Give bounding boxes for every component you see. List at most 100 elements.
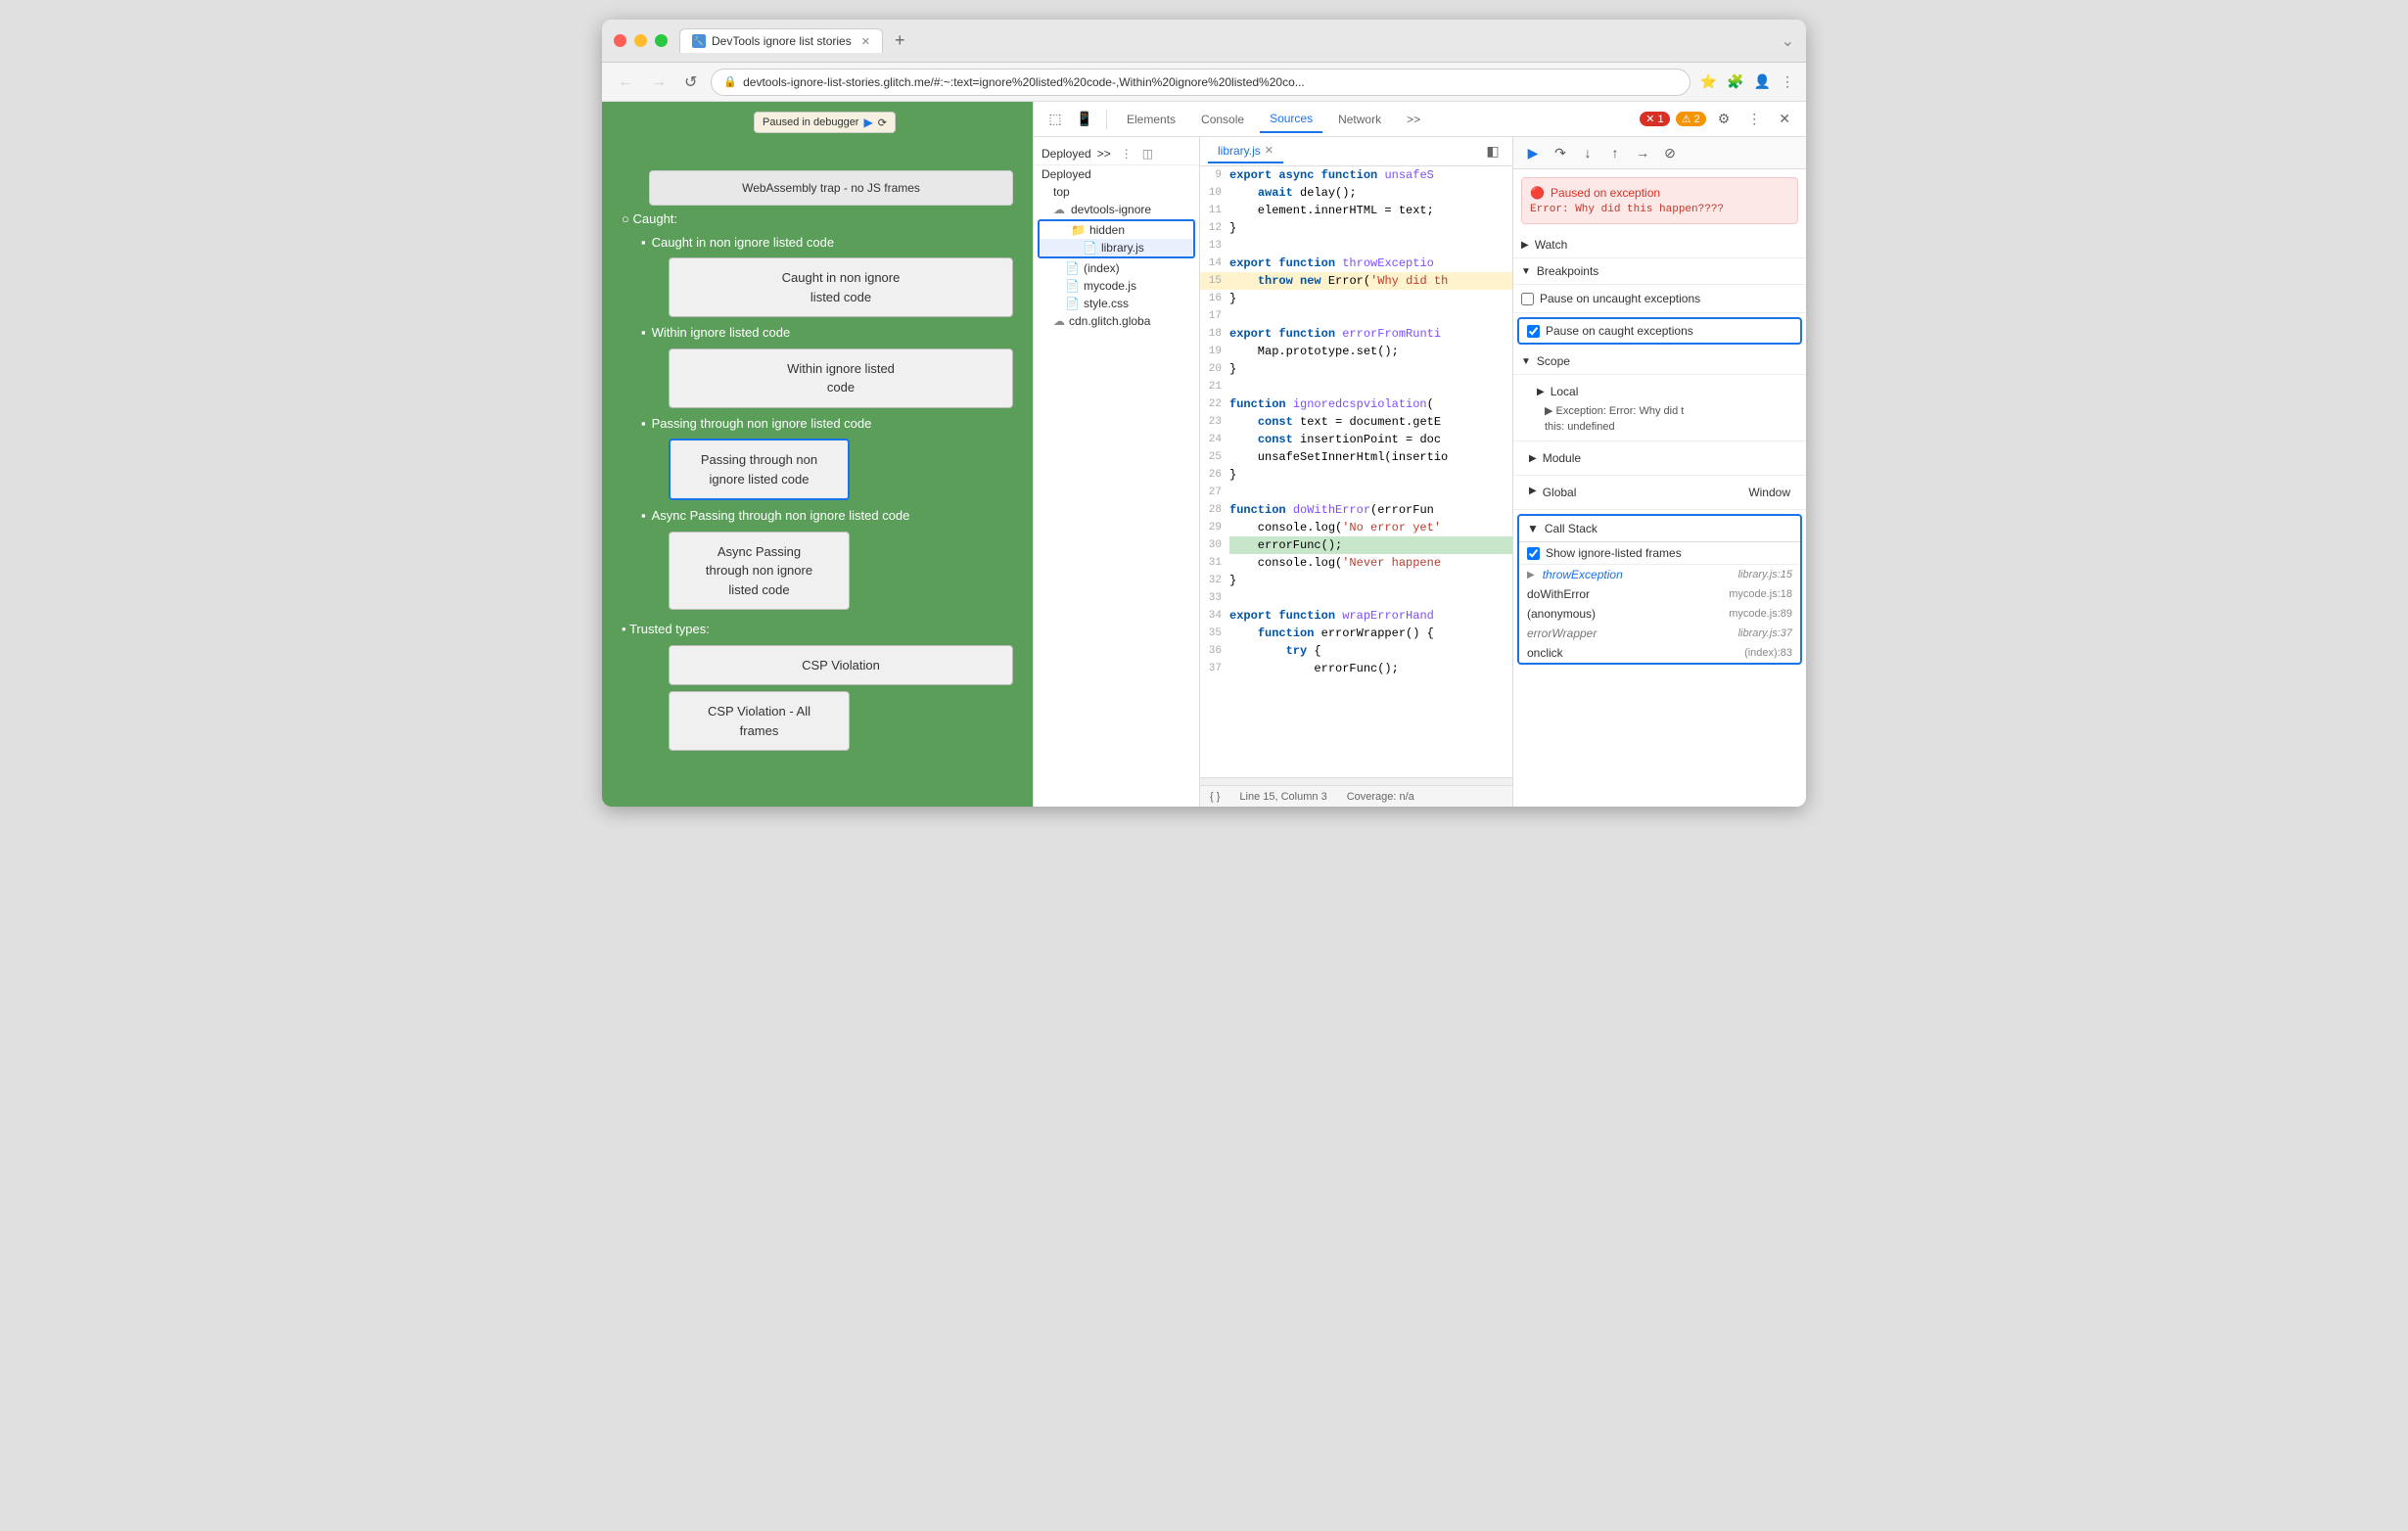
- file-library-item[interactable]: 📄 library.js: [1040, 239, 1193, 256]
- async-passing-button[interactable]: Async Passingthrough non ignorelisted co…: [669, 532, 850, 611]
- index-label: (index): [1084, 261, 1120, 275]
- caught-non-ignore-label: Caught in non ignore listed code: [652, 233, 834, 253]
- resume-debug-button[interactable]: ▶: [1521, 141, 1545, 164]
- deactivate-breakpoints-icon[interactable]: ⊘: [1658, 141, 1682, 164]
- source-tab-library[interactable]: library.js ✕: [1208, 140, 1283, 163]
- pause-uncaught-checkbox[interactable]: [1521, 293, 1534, 305]
- file-devtools-ignore-item[interactable]: ☁ devtools-ignore: [1034, 201, 1199, 218]
- file-tree-collapse-icon[interactable]: ◫: [1142, 147, 1153, 161]
- caught-label: Caught:: [632, 211, 677, 226]
- step-button[interactable]: →: [1631, 141, 1654, 164]
- exception-header: 🔴 Paused on exception: [1530, 186, 1789, 200]
- file-tree-expand-icon[interactable]: >>: [1097, 147, 1111, 161]
- forward-button[interactable]: →: [647, 71, 671, 93]
- page-label: Deployed: [1042, 147, 1091, 161]
- tab-elements[interactable]: Elements: [1117, 107, 1185, 132]
- tab-console[interactable]: Console: [1191, 107, 1254, 132]
- global-label: Global: [1543, 486, 1577, 499]
- format-icon-status[interactable]: { }: [1210, 791, 1220, 803]
- global-section-header[interactable]: ▶ Global Window: [1521, 480, 1798, 505]
- minimize-traffic-light[interactable]: [634, 34, 647, 47]
- scope-section-header[interactable]: ▼ Scope: [1513, 348, 1806, 375]
- file-index-item[interactable]: 📄 (index): [1034, 259, 1199, 277]
- back-button[interactable]: ←: [614, 71, 637, 93]
- format-icon[interactable]: ◧: [1481, 140, 1505, 163]
- pause-uncaught-option: Pause on uncaught exceptions: [1521, 289, 1798, 308]
- code-line-13: 13: [1200, 237, 1512, 255]
- caught-non-ignore-button[interactable]: Caught in non ignorelisted code: [669, 257, 1013, 317]
- js-icon-library: 📄: [1047, 241, 1097, 255]
- file-top-item[interactable]: top: [1034, 183, 1199, 201]
- maximize-traffic-light[interactable]: [655, 34, 668, 47]
- html-icon: 📄: [1042, 261, 1080, 275]
- step-icon[interactable]: ⟳: [878, 116, 887, 129]
- exception-var: ▶ Exception: Error: Why did t: [1521, 404, 1798, 421]
- resume-icon[interactable]: ▶: [863, 116, 872, 129]
- file-cdn-item[interactable]: ☁ cdn.glitch.globa: [1034, 312, 1199, 330]
- step-into-button[interactable]: ↓: [1576, 141, 1599, 164]
- bookmark-icon[interactable]: ⭐: [1700, 73, 1717, 90]
- file-style-item[interactable]: 📄 style.css: [1034, 295, 1199, 312]
- tab-close-icon[interactable]: ✕: [861, 35, 870, 48]
- url-bar[interactable]: 🔒 devtools-ignore-list-stories.glitch.me…: [711, 69, 1690, 96]
- callstack-item-1[interactable]: doWithError mycode.js:18: [1519, 584, 1800, 604]
- breakpoints-section-header[interactable]: ▼ Breakpoints: [1513, 258, 1806, 285]
- source-scrollbar[interactable]: [1200, 777, 1512, 785]
- file-mycode-item[interactable]: 📄 mycode.js: [1034, 277, 1199, 295]
- step-out-button[interactable]: ↑: [1603, 141, 1627, 164]
- step-over-button[interactable]: ↷: [1549, 141, 1572, 164]
- library-js-label: library.js: [1101, 241, 1144, 255]
- watch-section-header[interactable]: ▶ Watch: [1513, 232, 1806, 258]
- profile-icon[interactable]: 👤: [1754, 73, 1771, 90]
- webassembly-button[interactable]: WebAssembly trap - no JS frames: [649, 170, 1013, 206]
- callstack-item-3[interactable]: errorWrapper library.js:37: [1519, 624, 1800, 643]
- tab-network[interactable]: Network: [1328, 107, 1391, 132]
- code-line-10: 10 await delay();: [1200, 184, 1512, 202]
- extensions-icon[interactable]: 🧩: [1727, 73, 1743, 90]
- csp-violation-button[interactable]: CSP Violation: [669, 645, 1013, 686]
- tab-sources[interactable]: Sources: [1260, 106, 1322, 133]
- address-actions: ⭐ 🧩 👤 ⋮: [1700, 73, 1794, 90]
- caught-non-ignore-item: Caught in non ignore listed code: [641, 233, 1013, 253]
- passing-through-button[interactable]: Passing through nonignore listed code: [669, 439, 850, 500]
- file-page-item[interactable]: Deployed: [1034, 165, 1199, 183]
- more-options-icon[interactable]: ⋮: [1741, 111, 1767, 127]
- source-tab-close-icon[interactable]: ✕: [1265, 144, 1273, 157]
- inspect-element-icon[interactable]: ⬚: [1043, 108, 1067, 131]
- pause-caught-checkbox[interactable]: [1527, 325, 1540, 338]
- within-ignore-button[interactable]: Within ignore listedcode: [669, 348, 1013, 408]
- title-bar: 🔧 DevTools ignore list stories ✕ + ⌄: [602, 20, 1806, 63]
- tab-more[interactable]: >>: [1397, 107, 1430, 132]
- passing-through-item: Passing through non ignore listed code: [641, 414, 1013, 434]
- code-line-16: 16 }: [1200, 290, 1512, 307]
- scope-section-content: ▶ Local ▶ Exception: Error: Why did t th…: [1513, 375, 1806, 441]
- callstack-loc-4: (index):83: [1744, 647, 1792, 659]
- title-bar-actions: ⌄: [1782, 31, 1794, 51]
- reload-button[interactable]: ↺: [680, 70, 701, 94]
- code-line-37: 37 errorFunc();: [1200, 660, 1512, 677]
- close-devtools-icon[interactable]: ✕: [1773, 111, 1796, 127]
- source-editor: 9 export async function unsafeS 10 await…: [1200, 166, 1512, 777]
- source-tabs: library.js ✕ ◧: [1200, 137, 1512, 166]
- device-toolbar-icon[interactable]: 📱: [1073, 108, 1096, 131]
- callstack-item-0[interactable]: ▶ throwException library.js:15: [1519, 565, 1800, 584]
- pause-caught-button[interactable]: Pause on caught exceptions: [1517, 317, 1802, 345]
- local-section-header[interactable]: ▶ Local: [1521, 379, 1798, 404]
- csp-violation-all-button[interactable]: CSP Violation - All frames: [669, 691, 850, 751]
- file-tree-menu-icon[interactable]: ⋮: [1121, 147, 1133, 161]
- callstack-item-4[interactable]: onclick (index):83: [1519, 643, 1800, 663]
- close-traffic-light[interactable]: [614, 34, 626, 47]
- top-label: top: [1042, 185, 1070, 199]
- line-col-status: Line 15, Column 3: [1239, 791, 1326, 803]
- file-hidden-item[interactable]: 📁 hidden: [1040, 221, 1193, 239]
- callstack-header[interactable]: ▼ Call Stack: [1519, 516, 1800, 542]
- lock-icon: 🔒: [723, 75, 737, 88]
- settings-icon[interactable]: ⚙: [1712, 111, 1737, 127]
- callstack-item-2[interactable]: (anonymous) mycode.js:89: [1519, 604, 1800, 624]
- menu-icon[interactable]: ⋮: [1781, 73, 1794, 90]
- show-ignore-frames-checkbox[interactable]: [1527, 547, 1540, 560]
- code-line-29: 29 console.log('No error yet': [1200, 519, 1512, 536]
- new-tab-button[interactable]: +: [891, 30, 909, 51]
- module-section-header[interactable]: ▶ Module: [1521, 445, 1798, 471]
- active-tab[interactable]: 🔧 DevTools ignore list stories ✕: [679, 28, 883, 53]
